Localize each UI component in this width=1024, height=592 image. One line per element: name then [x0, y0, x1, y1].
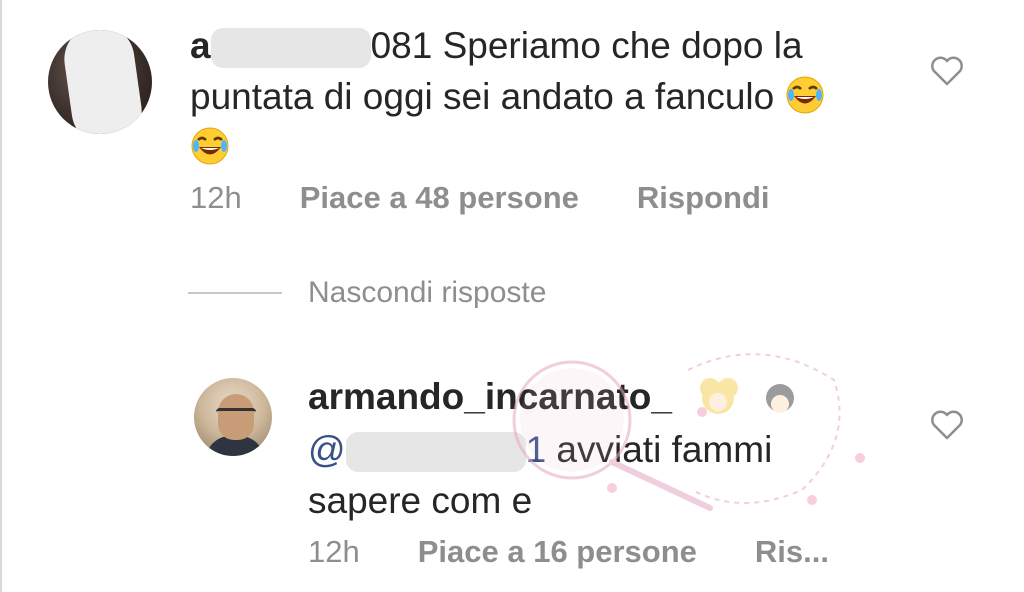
heart-outline-icon[interactable] [930, 56, 964, 86]
comment-username[interactable]: a 081 [190, 25, 443, 69]
mention-end: 1 [525, 429, 547, 470]
comment-time: 12h [308, 534, 360, 569]
username-visible-start: a [190, 25, 211, 66]
likes-count-link[interactable]: Piace a 48 persone [300, 180, 579, 216]
avatar-glasses [216, 408, 256, 421]
laughing-emoji-icon [190, 126, 230, 166]
username-visible-end: 081 [370, 25, 433, 66]
likes-count-link[interactable]: Piace a 16 persone [418, 534, 697, 570]
mention-link[interactable]: @1 [308, 429, 547, 473]
comment-body: @1 avviati fammi sapere com e [308, 424, 828, 526]
reply-button[interactable]: Rispondi [637, 180, 770, 216]
hide-replies-button[interactable]: Nascondi risposte [188, 276, 546, 310]
mention-redaction [345, 432, 526, 473]
comment-body: a 081 Speriamo che dopo la puntata di ogg… [190, 20, 890, 173]
mention-start: @ [308, 429, 346, 470]
avatar[interactable] [194, 378, 272, 456]
comment-time: 12h [190, 180, 242, 215]
comment-text-line2: puntata di oggi sei andato a fanculo [190, 76, 775, 117]
heart-outline-icon[interactable] [930, 410, 964, 440]
comment-text-line2: sapere com e [308, 480, 533, 521]
avatar-redaction [59, 30, 147, 134]
comment-meta: 12h Piace a 16 persone Ris... [308, 534, 829, 570]
username-redaction [210, 28, 371, 69]
comments-section: a 081 Speriamo che dopo la puntata di ogg… [0, 0, 1024, 592]
hide-replies-label: Nascondi risposte [308, 276, 547, 309]
divider-line [188, 292, 282, 294]
comment-text-line1: Speriamo che dopo la [442, 25, 803, 66]
comment-username[interactable]: armando_incarnato_ [308, 376, 672, 418]
comment-text-line1: avviati fammi [556, 429, 773, 470]
reply-button[interactable]: Ris... [755, 534, 829, 570]
laughing-emoji-icon [785, 75, 825, 115]
avatar[interactable] [48, 30, 152, 134]
comment-meta: 12h Piace a 48 persone Rispondi [190, 180, 770, 216]
